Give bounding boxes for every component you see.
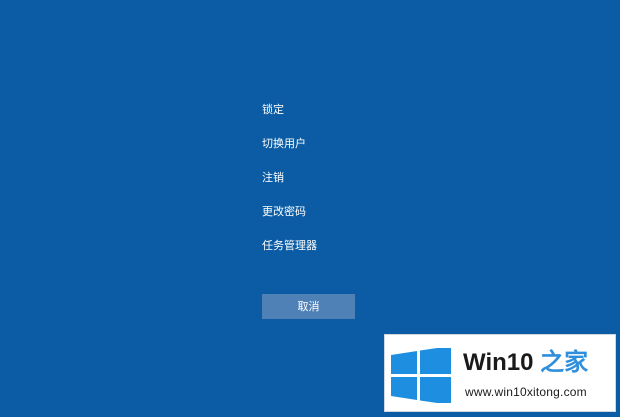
menu-item-change-password[interactable]: 更改密码 <box>262 202 462 236</box>
menu-item-sign-out[interactable]: 注销 <box>262 168 462 202</box>
menu-item-task-manager[interactable]: 任务管理器 <box>262 236 462 270</box>
security-options-menu: 锁定 切换用户 注销 更改密码 任务管理器 <box>262 100 462 270</box>
watermark-url: www.win10xitong.com <box>465 385 587 399</box>
site-watermark: Win10 之家 www.win10xitong.com <box>384 334 616 412</box>
cancel-button[interactable]: 取消 <box>262 294 355 319</box>
watermark-title: Win10 之家 <box>463 349 588 377</box>
watermark-title-prefix: Win10 <box>463 349 534 376</box>
menu-item-switch-user[interactable]: 切换用户 <box>262 134 462 168</box>
windows-logo-icon <box>391 348 451 403</box>
menu-item-lock[interactable]: 锁定 <box>262 100 462 134</box>
watermark-title-suffix: 之家 <box>540 349 589 376</box>
security-options-screen: 锁定 切换用户 注销 更改密码 任务管理器 取消 Win10 之家 www.wi… <box>0 0 620 417</box>
